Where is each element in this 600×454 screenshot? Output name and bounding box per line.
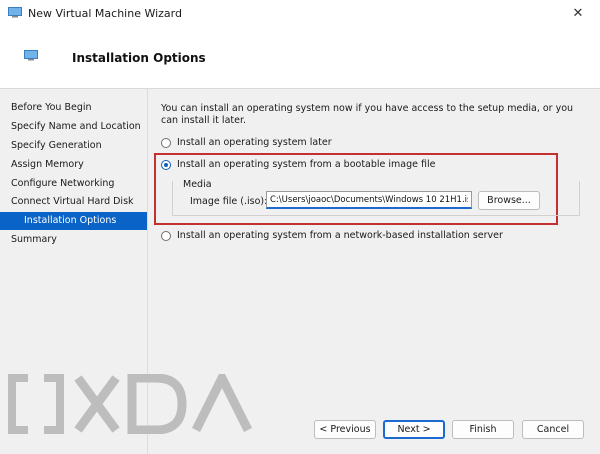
window-title: New Virtual Machine Wizard (28, 7, 182, 20)
sidebar-item-configure-networking[interactable]: Configure Networking (0, 175, 147, 193)
next-button[interactable]: Next > (383, 420, 445, 439)
intro-text: You can install an operating system now … (161, 103, 574, 126)
browse-button[interactable]: Browse... (478, 191, 540, 210)
option-label: Install an operating system from a netwo… (177, 230, 503, 241)
media-group-label: Media (183, 179, 212, 190)
wizard-header: Installation Options (0, 26, 600, 89)
virtual-machine-icon (24, 50, 38, 61)
previous-button[interactable]: < Previous (314, 420, 376, 439)
close-icon: ✕ (572, 5, 584, 21)
cancel-button[interactable]: Cancel (522, 420, 584, 439)
image-file-input[interactable] (266, 191, 472, 209)
sidebar-item-connect-virtual-hard-disk[interactable]: Connect Virtual Hard Disk (0, 193, 147, 211)
close-button[interactable]: ✕ (556, 0, 600, 26)
virtual-machine-icon (8, 7, 22, 18)
radio-button[interactable] (161, 230, 171, 241)
page-title: Installation Options (72, 51, 206, 65)
sidebar-item-assign-memory[interactable]: Assign Memory (0, 156, 147, 174)
option-install-from-network[interactable]: Install an operating system from a netwo… (161, 230, 503, 241)
option-install-later[interactable]: Install an operating system later (161, 137, 332, 148)
title-bar: New Virtual Machine Wizard ✕ (0, 0, 600, 26)
finish-button[interactable]: Finish (452, 420, 514, 439)
xda-watermark-logo (8, 374, 253, 434)
sidebar-item-before-you-begin[interactable]: Before You Begin (0, 99, 147, 117)
image-file-label: Image file (.iso): (190, 196, 268, 207)
option-label: Install an operating system later (177, 137, 332, 148)
sidebar-item-specify-name-location[interactable]: Specify Name and Location (0, 118, 147, 136)
sidebar-item-specify-generation[interactable]: Specify Generation (0, 137, 147, 155)
sidebar-item-installation-options[interactable]: Installation Options (0, 212, 147, 230)
radio-button-selected[interactable] (161, 159, 171, 170)
sidebar-item-summary[interactable]: Summary (0, 231, 147, 249)
option-install-from-image[interactable]: Install an operating system from a boota… (161, 159, 435, 170)
radio-button[interactable] (161, 137, 171, 148)
option-label: Install an operating system from a boota… (177, 159, 436, 170)
